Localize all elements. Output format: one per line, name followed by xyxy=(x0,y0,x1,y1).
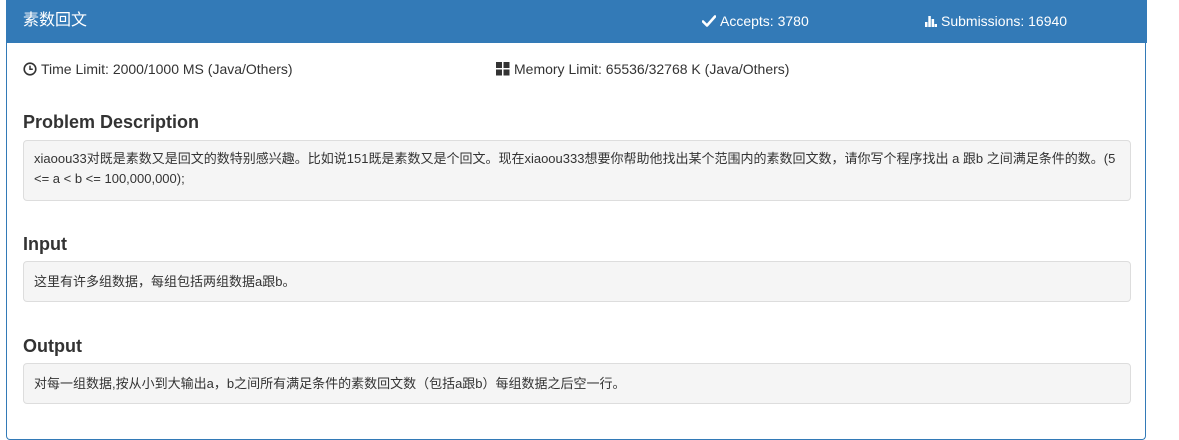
memory-limit: Memory Limit: 65536/32768 K (Java/Others… xyxy=(496,60,789,78)
output-box: 对每一组数据,按从小到大输出a，b之间所有满足条件的素数回文数（包括a跟b）每组… xyxy=(23,363,1131,404)
submissions-label: Submissions: 16940 xyxy=(941,13,1068,29)
input-heading: Input xyxy=(23,234,67,254)
panel-heading: 素数回文 Accepts: 3780 Submissions: 16940 xyxy=(7,0,1147,43)
bar-chart-icon xyxy=(925,16,937,27)
output-heading: Output xyxy=(23,336,82,356)
time-limit: Time Limit: 2000/1000 MS (Java/Others) xyxy=(23,60,293,78)
time-limit-text: Time Limit: 2000/1000 MS (Java/Others) xyxy=(41,61,293,77)
grid-icon xyxy=(496,62,510,76)
input-box: 这里有许多组数据，每组包括两组数据a跟b。 xyxy=(23,261,1131,302)
description-heading: Problem Description xyxy=(23,112,200,132)
clock-icon xyxy=(23,62,37,76)
accepts-stat: Accepts: 3780 xyxy=(702,11,809,31)
description-box: xiaoou33对既是素数又是回文的数特别感兴趣。比如说151既是素数又是个回文… xyxy=(23,140,1131,201)
problem-panel: 素数回文 Accepts: 3780 Submissions: 16940 Ti… xyxy=(6,0,1147,440)
check-icon xyxy=(702,15,716,27)
accepts-label: Accepts: 3780 xyxy=(720,13,809,29)
problem-title: 素数回文 xyxy=(23,12,88,29)
memory-limit-text: Memory Limit: 65536/32768 K (Java/Others… xyxy=(514,61,790,77)
submissions-stat: Submissions: 16940 xyxy=(925,11,1067,31)
